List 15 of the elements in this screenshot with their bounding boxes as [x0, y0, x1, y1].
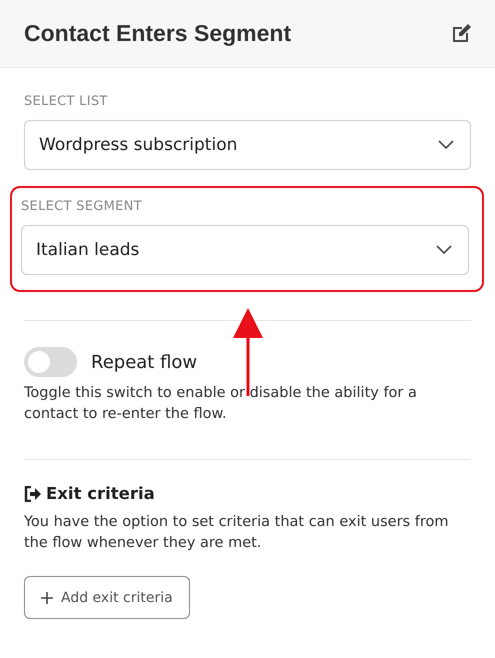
add-exit-criteria-button[interactable]: Add exit criteria	[24, 576, 190, 619]
field-label: SELECT LIST	[24, 94, 108, 109]
toggle-description: Toggle this switch to enable or disable the ability for a contact to re-enter the flow.	[24, 384, 418, 424]
panel-title: Contact Enters Segment	[24, 20, 292, 47]
select-field[interactable]: Italian leads	[21, 225, 469, 275]
select-field[interactable]: Wordpress subscription	[24, 120, 471, 170]
toggle-label: Repeat flow	[91, 352, 198, 372]
chevron-icon	[438, 140, 454, 150]
repeat-toggle[interactable]	[24, 347, 77, 377]
section-description: You have the option to set criteria that can exit users from the flow whenever they are met.	[24, 513, 450, 553]
field-label: SELECT SEGMENT	[21, 199, 142, 214]
section-title: Exit criteria	[46, 484, 155, 503]
plus-icon	[41, 592, 53, 604]
exit-icon	[24, 486, 42, 502]
chevron-icon	[436, 245, 452, 255]
